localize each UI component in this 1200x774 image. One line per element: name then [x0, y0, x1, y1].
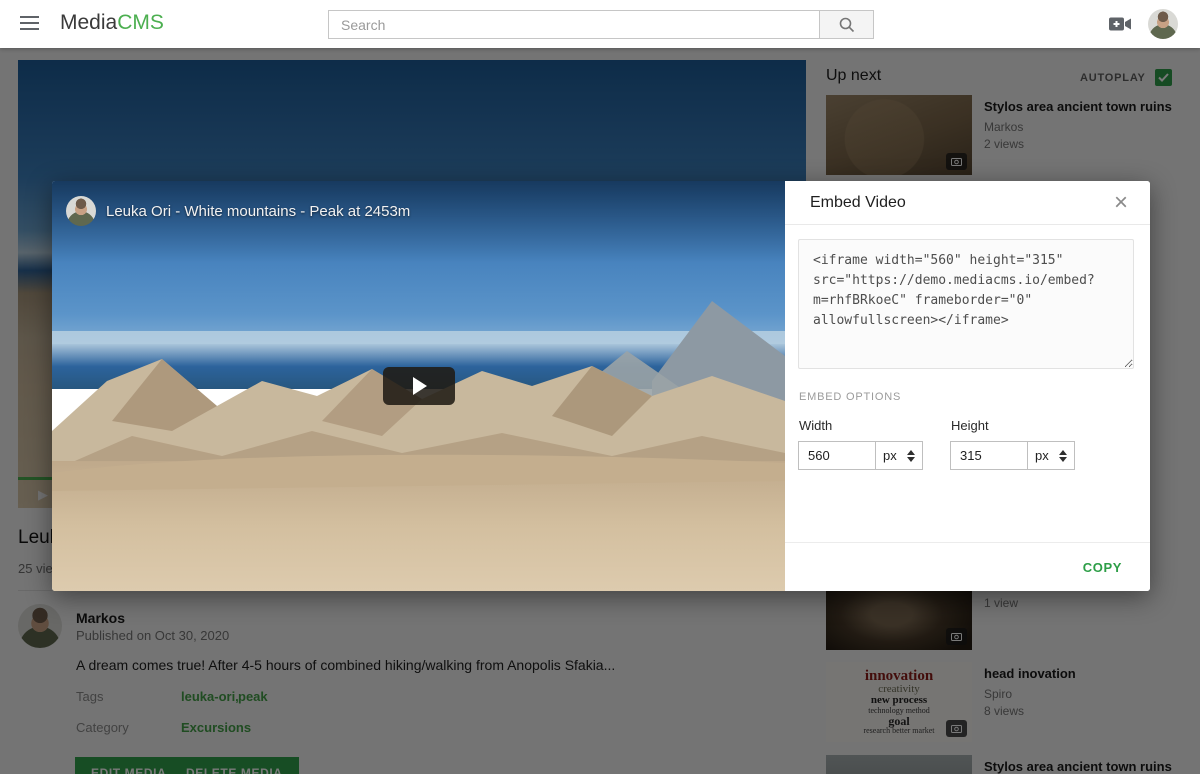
embed-options-label: EMBED OPTIONS — [799, 391, 901, 403]
height-input[interactable] — [950, 441, 1028, 470]
width-label: Width — [799, 418, 832, 433]
width-unit-select[interactable]: px — [876, 441, 923, 470]
height-label: Height — [951, 418, 989, 433]
search-button[interactable] — [820, 10, 874, 39]
embed-code-textarea[interactable]: <iframe width="560" height="315" src="ht… — [798, 239, 1134, 369]
search-icon — [838, 16, 856, 34]
modal-title: Embed Video — [810, 194, 906, 212]
width-unit-value: px — [883, 448, 897, 463]
spinner-arrows-icon — [1059, 450, 1067, 462]
logo-media: Media — [60, 11, 117, 34]
spinner-arrows-icon — [907, 450, 915, 462]
embed-preview-player[interactable]: Leuka Ori - White mountains - Peak at 24… — [52, 181, 785, 591]
user-avatar[interactable] — [1148, 9, 1178, 39]
preview-author-avatar[interactable] — [66, 196, 96, 226]
modal-header: Embed Video × — [785, 181, 1150, 225]
upload-media-icon[interactable] — [1108, 15, 1132, 33]
copy-button[interactable]: COPY — [1083, 560, 1122, 575]
search-bar — [328, 10, 874, 39]
logo-cms: CMS — [117, 11, 164, 34]
play-icon — [413, 377, 427, 395]
height-unit-value: px — [1035, 448, 1049, 463]
app: MediaCMS ▶ Leuka Ori - White mountains -… — [0, 0, 1200, 774]
search-input[interactable] — [328, 10, 820, 39]
width-input[interactable] — [798, 441, 876, 470]
logo[interactable]: MediaCMS — [60, 11, 164, 35]
menu-icon[interactable] — [20, 16, 39, 31]
embed-video-modal: Leuka Ori - White mountains - Peak at 24… — [52, 181, 1150, 591]
close-icon[interactable]: × — [1114, 193, 1128, 213]
top-bar: MediaCMS — [0, 0, 1200, 48]
embed-panel: Embed Video × <iframe width="560" height… — [785, 181, 1150, 591]
preview-video-title[interactable]: Leuka Ori - White mountains - Peak at 24… — [106, 203, 410, 220]
height-unit-select[interactable]: px — [1028, 441, 1075, 470]
preview-play-button[interactable] — [383, 367, 455, 405]
